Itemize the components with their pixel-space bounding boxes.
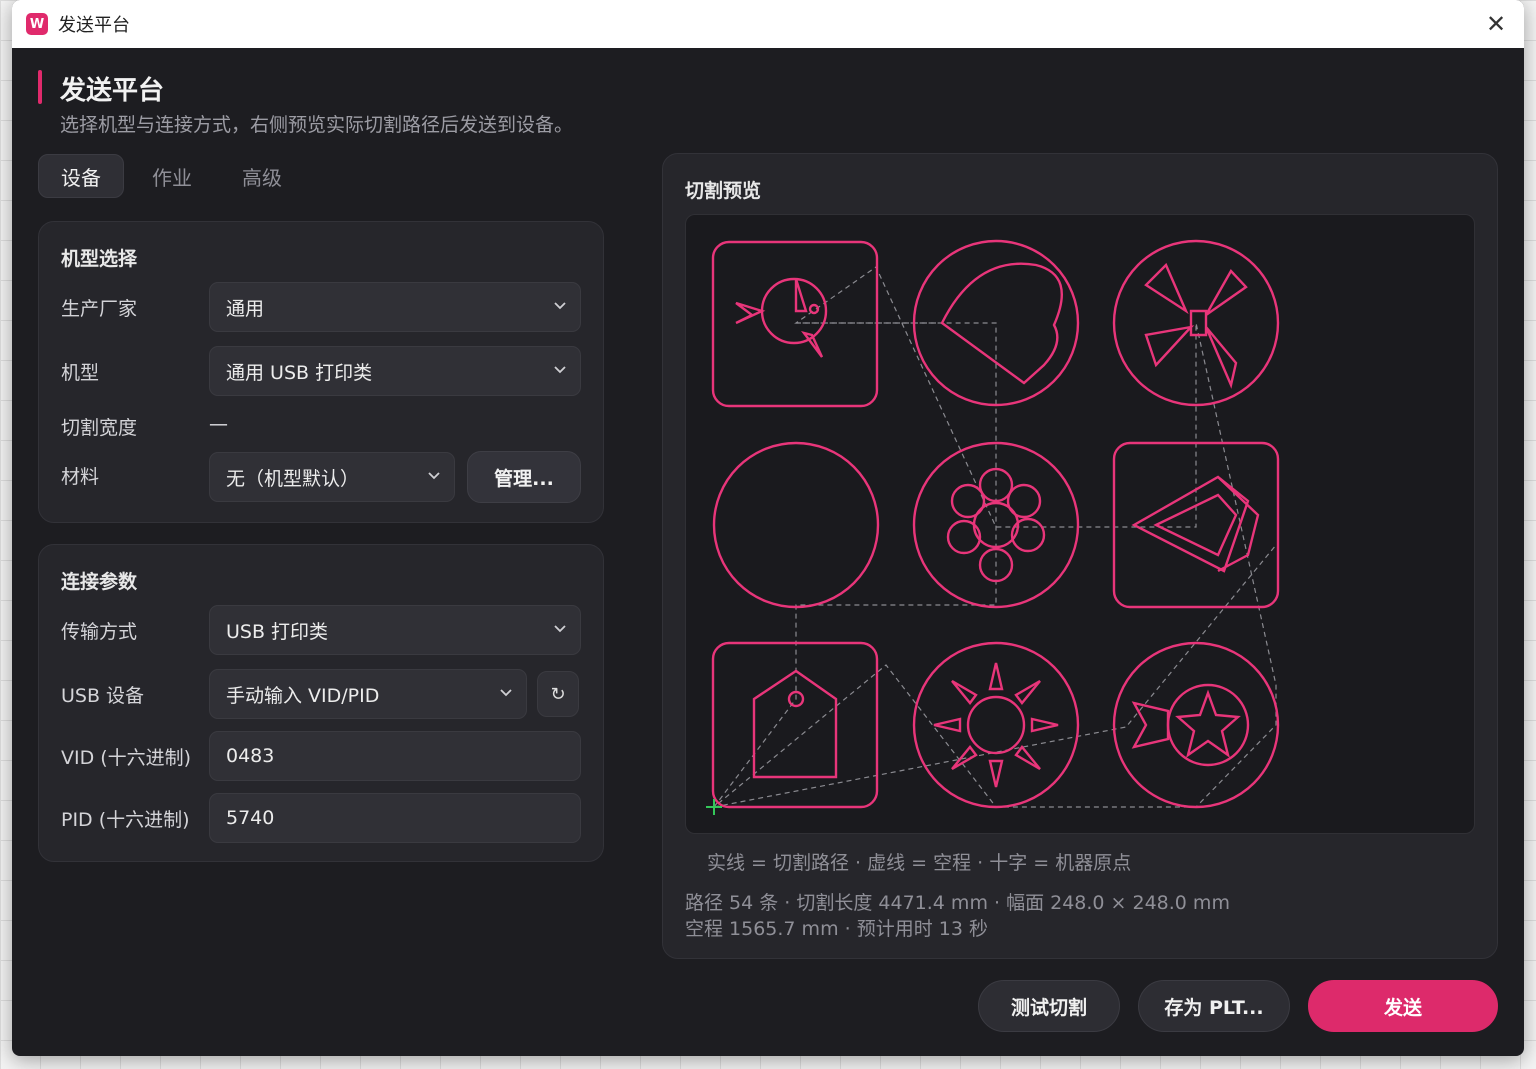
manufacturer-select[interactable]: 通用	[209, 282, 581, 332]
tab-job[interactable]: 作业	[130, 154, 214, 198]
machine-card: 机型选择 生产厂家 通用 机型 通用 USB 打印类 切割宽度 — 材料 无（机…	[38, 221, 604, 523]
pid-value: 5740	[226, 807, 275, 829]
preview-stats-line1: 路径 54 条 · 切割长度 4471.4 mm · 幅面 248.0 × 24…	[685, 892, 1230, 914]
material-value: 无（机型默认）	[226, 467, 360, 490]
petal	[946, 519, 982, 555]
material-label: 材料	[61, 466, 100, 488]
pid-input[interactable]: 5740	[209, 793, 581, 843]
preview-title: 切割预览	[685, 180, 762, 202]
tab-device[interactable]: 设备	[38, 154, 124, 198]
tab-advanced[interactable]: 高级	[220, 154, 304, 198]
chevron-down-icon	[428, 472, 440, 480]
machine-origin-cross	[706, 799, 722, 815]
transport-label: 传输方式	[61, 621, 138, 643]
accent-bar	[38, 70, 42, 104]
preview-legend: 实线 = 切割路径 · 虚线 = 空程 · 十字 = 机器原点	[707, 852, 1132, 874]
preview-card: 切割预览 实线 = 切割路径 · 虚线 = 空程 · 十字 = 机器原点 路径 …	[662, 153, 1498, 959]
send-button[interactable]: 发送	[1308, 980, 1498, 1032]
manage-materials-button[interactable]: 管理...	[467, 451, 581, 503]
material-select[interactable]: 无（机型默认）	[209, 452, 455, 502]
vid-input[interactable]: 0483	[209, 731, 581, 781]
save-plt-button[interactable]: 存为 PLT...	[1138, 980, 1290, 1032]
cut-preview-drawing	[706, 239, 1280, 815]
connection-card: 连接参数 传输方式 USB 打印类 USB 设备 手动输入 VID/PID ↻ …	[38, 544, 604, 862]
usb-device-value: 手动输入 VID/PID	[226, 684, 380, 707]
chevron-down-icon	[554, 625, 566, 633]
vid-value: 0483	[226, 745, 275, 767]
square-frame-1	[711, 240, 879, 408]
circle-frame-4	[712, 441, 880, 609]
title-bar: W 发送平台 ✕	[12, 0, 1524, 48]
usb-device-select[interactable]: 手动输入 VID/PID	[209, 669, 527, 719]
model-value: 通用 USB 打印类	[226, 361, 373, 384]
ribbon-shape	[1131, 701, 1170, 749]
star-badge	[1166, 683, 1250, 767]
vid-label: VID (十六进制)	[61, 747, 192, 769]
petal	[950, 483, 986, 519]
manufacturer-value: 通用	[226, 297, 265, 320]
sun-rays	[933, 662, 1059, 788]
page-title: 发送平台	[60, 76, 165, 106]
app-icon: W	[26, 13, 48, 35]
tag-shape	[752, 669, 838, 779]
cut-paths	[711, 239, 1280, 809]
star-shape	[1175, 689, 1241, 758]
manufacturer-label: 生产厂家	[61, 298, 138, 320]
page-subtitle: 选择机型与连接方式，右侧预览实际切割路径后发送到设备。	[60, 114, 574, 136]
transport-select[interactable]: USB 打印类	[209, 605, 581, 655]
sun-center	[966, 695, 1026, 755]
circle-frame-9	[1112, 641, 1280, 809]
send-dialog: W 发送平台 ✕ 发送平台 选择机型与连接方式，右侧预览实际切割路径后发送到设备…	[12, 0, 1524, 1056]
preview-stats-line2: 空程 1565.7 mm · 预计用时 13 秒	[685, 918, 988, 940]
tab-bar: 设备 作业 高级	[38, 154, 304, 198]
cut-width-label: 切割宽度	[61, 417, 138, 439]
machine-card-title: 机型选择	[61, 248, 138, 270]
pid-label: PID (十六进制)	[61, 809, 190, 831]
model-select[interactable]: 通用 USB 打印类	[209, 346, 581, 396]
test-cut-button[interactable]: 测试切割	[978, 980, 1120, 1032]
bird-details	[735, 278, 824, 358]
cut-width-value: —	[209, 413, 228, 435]
usb-device-label: USB 设备	[61, 685, 145, 707]
chevron-down-icon	[554, 302, 566, 310]
transport-value: USB 打印类	[226, 620, 329, 643]
square-frame-7	[711, 641, 879, 809]
close-icon[interactable]: ✕	[1480, 8, 1512, 40]
chevron-down-icon	[500, 689, 512, 697]
petal	[1006, 483, 1042, 519]
cut-preview-canvas	[685, 214, 1475, 834]
model-label: 机型	[61, 362, 100, 384]
travel-paths	[713, 266, 1277, 808]
chevron-down-icon	[554, 366, 566, 374]
refresh-icon[interactable]: ↻	[537, 671, 579, 717]
connection-card-title: 连接参数	[61, 571, 138, 593]
window-title: 发送平台	[58, 15, 130, 36]
